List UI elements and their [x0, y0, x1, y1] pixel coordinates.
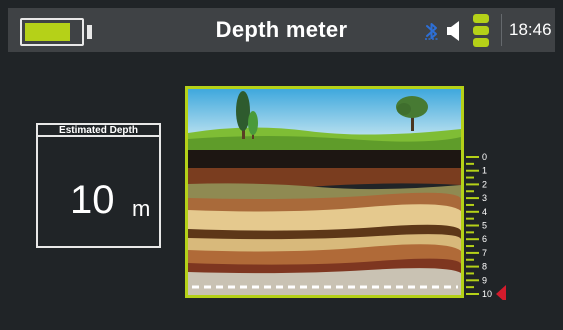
speaker-icon	[447, 21, 459, 41]
depth-value: 10	[70, 178, 115, 222]
current-depth-indicator	[496, 285, 506, 300]
app-window: Depth meter 18:46 Estimated Depth 10 m 0…	[0, 0, 563, 330]
scale-label: 8	[482, 262, 487, 272]
topsoil-layer	[188, 150, 461, 168]
estimated-depth-box: 10 m	[36, 135, 161, 248]
scale-label: 10	[482, 289, 492, 299]
bluetooth-icon	[425, 23, 439, 40]
signal-icon	[473, 14, 489, 47]
status-bar: Depth meter 18:46	[8, 8, 555, 52]
clock: 18:46	[509, 20, 552, 39]
scale-label: 9	[482, 275, 487, 285]
depth-scale: 0 1 2 3 4 5 6 7 8 9 10	[466, 152, 506, 300]
depth-unit: m	[132, 196, 151, 221]
scale-label: 1	[482, 166, 487, 176]
scale-label: 7	[482, 248, 487, 258]
soil-layers-image	[185, 86, 464, 298]
status-divider	[501, 14, 502, 46]
scale-label: 0	[482, 152, 487, 162]
status-icons: 18:46	[423, 8, 555, 52]
scale-label: 3	[482, 193, 487, 203]
scale-label: 6	[482, 234, 487, 244]
soil-illustration	[188, 89, 461, 295]
scale-label: 5	[482, 221, 487, 231]
scale-label: 4	[482, 207, 487, 217]
scale-label: 2	[482, 179, 487, 189]
